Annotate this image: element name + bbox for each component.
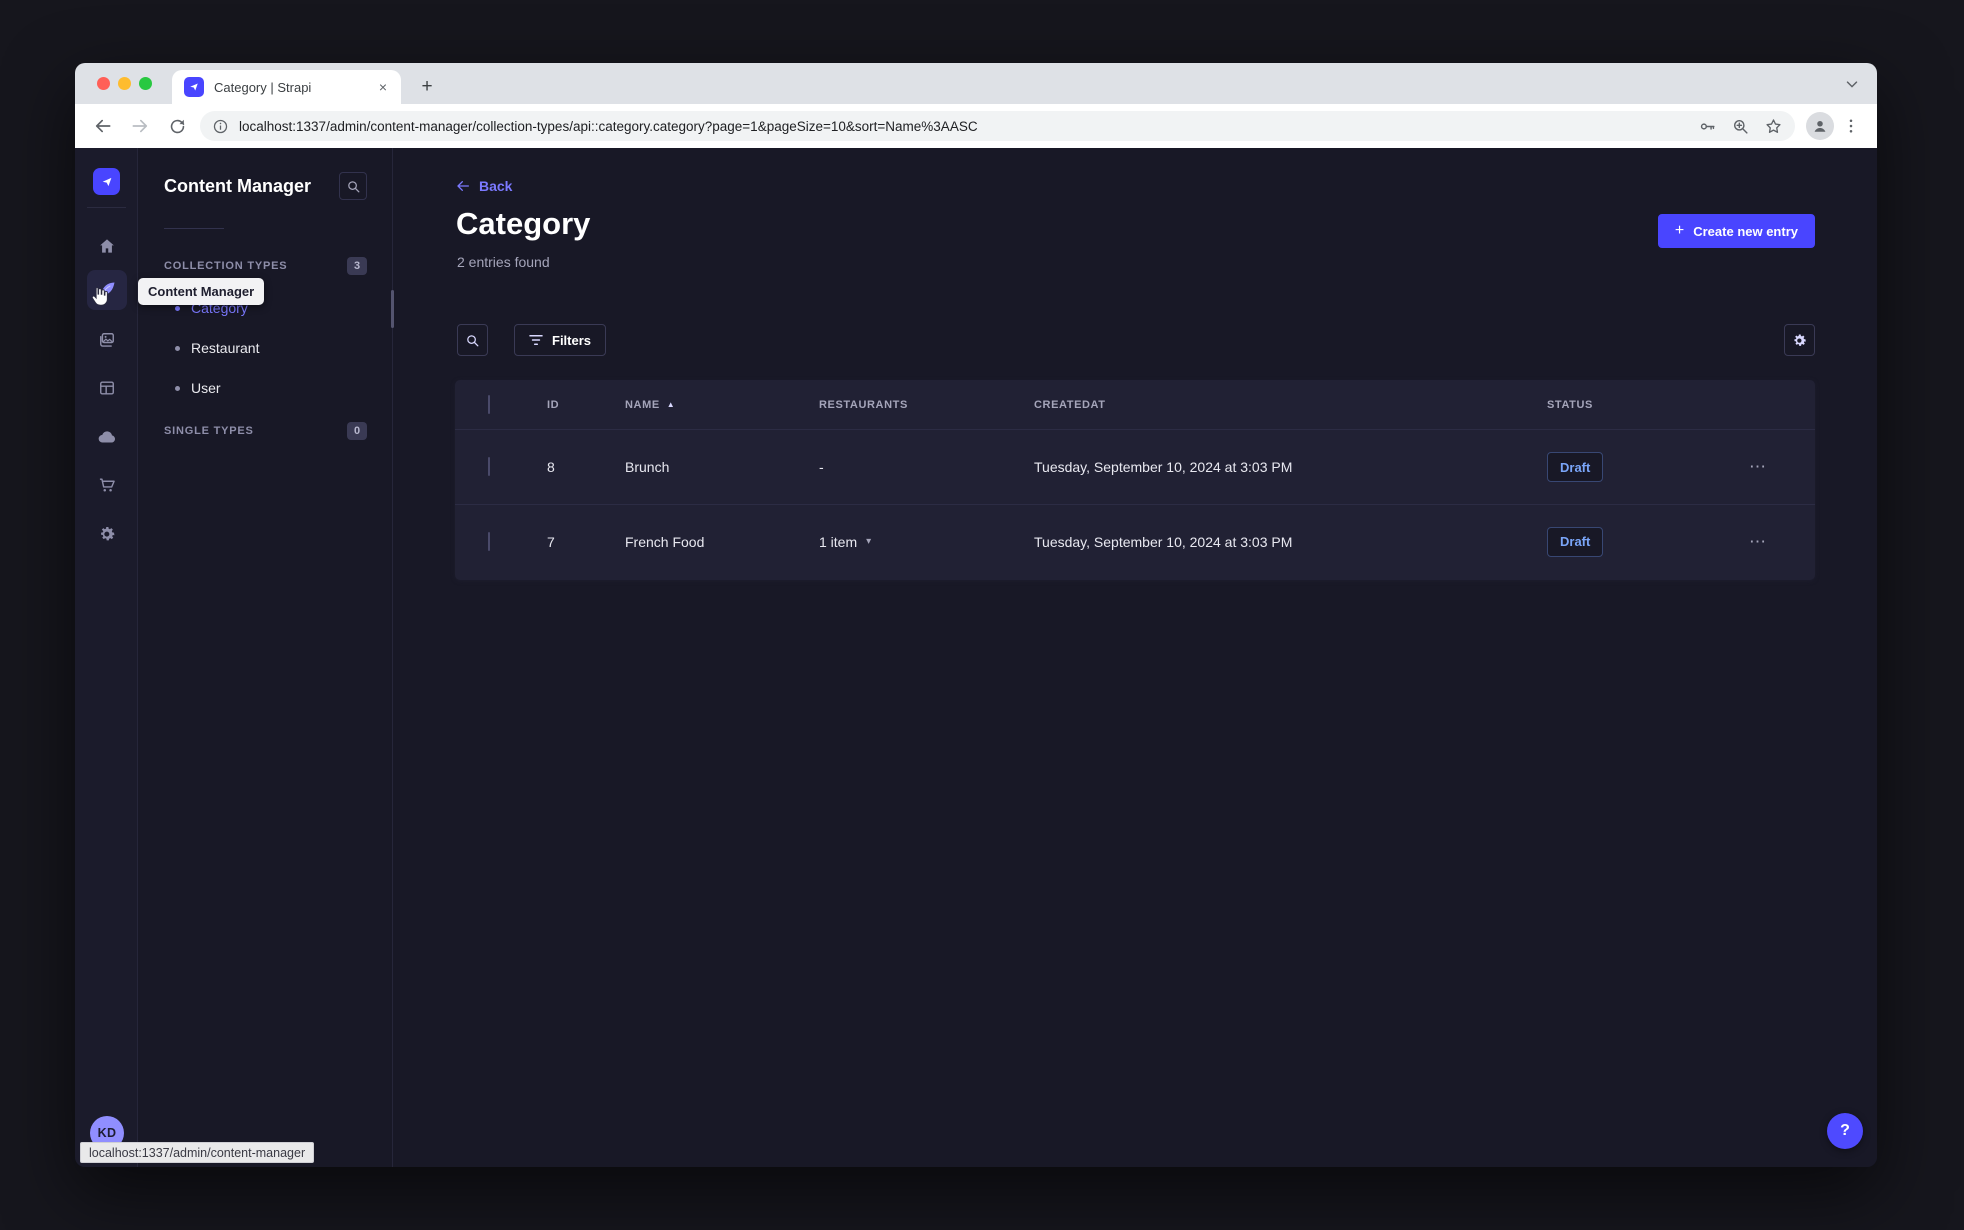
column-header-restaurants: RESTAURANTS (819, 398, 908, 411)
single-types-count-badge: 0 (347, 422, 367, 440)
new-tab-button[interactable]: + (413, 73, 441, 101)
settings-gear-icon[interactable] (87, 514, 127, 554)
create-new-entry-button[interactable]: + Create new entry (1657, 214, 1815, 248)
rail-divider (87, 207, 126, 208)
cell-createdat: Tuesday, September 10, 2024 at 3:03 PM (1034, 533, 1293, 550)
home-icon[interactable] (87, 226, 127, 266)
entries-table: ID NAME ▲ RESTAURANTS CREATEDAT STATUS 8… (455, 380, 1815, 580)
browser-back-icon[interactable] (91, 114, 115, 138)
table-header-row: ID NAME ▲ RESTAURANTS CREATEDAT STATUS (455, 380, 1815, 430)
cell-id: 8 (547, 459, 555, 475)
browser-reload-icon[interactable] (165, 114, 189, 138)
column-header-name[interactable]: NAME ▲ (625, 399, 819, 411)
hand-cursor-icon (88, 285, 110, 307)
plus-icon: + (1674, 221, 1685, 239)
cell-name: French Food (625, 533, 705, 550)
browser-forward-icon[interactable] (128, 114, 152, 138)
tab-title: Category | Strapi (214, 79, 312, 95)
browser-window: Category | Strapi × + localhost:1337/adm… (75, 63, 1877, 1167)
marketplace-cart-icon[interactable] (87, 465, 127, 505)
tab-search-chevron-icon[interactable] (1843, 75, 1861, 93)
window-controls (97, 77, 152, 90)
strapi-admin-app: KD Content Manager COLLECTION TYPES 3 Ca… (75, 148, 1877, 1167)
help-button[interactable]: ? (1827, 1113, 1863, 1149)
cell-restaurants: - (819, 459, 824, 475)
back-link[interactable]: Back (455, 178, 512, 194)
bookmark-star-icon[interactable] (1764, 117, 1783, 136)
strapi-favicon-icon (184, 77, 204, 97)
nav-scrollbar-thumb[interactable] (391, 290, 394, 328)
cell-createdat: Tuesday, September 10, 2024 at 3:03 PM (1034, 459, 1293, 475)
close-window-button[interactable] (97, 77, 110, 90)
table-settings-gear-icon[interactable] (1784, 324, 1815, 356)
row-checkbox[interactable] (488, 531, 490, 551)
panel-search-button[interactable] (339, 172, 367, 200)
media-library-icon[interactable] (87, 320, 127, 360)
column-header-id: ID (547, 398, 560, 411)
filters-button[interactable]: Filters (514, 324, 607, 356)
table-row[interactable]: 7 French Food 1 item ▾ Tuesday, Septembe… (455, 504, 1815, 578)
link-status-bar: localhost:1337/admin/content-manager (80, 1142, 315, 1163)
sort-ascending-icon[interactable]: ▲ (667, 400, 676, 409)
password-key-icon[interactable] (1698, 117, 1717, 136)
sidebar-item-user[interactable]: User (138, 368, 393, 408)
page-info-icon[interactable] (212, 118, 229, 135)
row-actions-menu-icon[interactable]: ⋯ (1749, 532, 1815, 552)
bullet-icon (175, 305, 180, 311)
entries-count: 2 entries found (457, 254, 550, 270)
browser-tab[interactable]: Category | Strapi × (172, 70, 401, 104)
status-badge: Draft (1547, 526, 1604, 557)
browser-menu-icon[interactable] (1839, 114, 1863, 138)
chevron-down-icon: ▾ (866, 536, 872, 547)
single-types-header: SINGLE TYPES (164, 425, 254, 437)
table-search-button[interactable] (457, 324, 488, 356)
collection-types-count-badge: 3 (347, 257, 367, 275)
panel-divider (164, 228, 224, 229)
cell-name: Brunch (625, 459, 670, 475)
strapi-logo[interactable] (93, 168, 120, 195)
row-actions-menu-icon[interactable]: ⋯ (1749, 457, 1815, 477)
bullet-icon (175, 385, 180, 391)
select-all-checkbox[interactable] (488, 394, 490, 414)
page-title: Category (456, 206, 591, 241)
row-checkbox[interactable] (488, 457, 490, 476)
maximize-window-button[interactable] (139, 77, 152, 90)
browser-profile-avatar[interactable] (1806, 112, 1834, 140)
sidebar-item-restaurant[interactable]: Restaurant (138, 328, 393, 368)
bullet-icon (175, 345, 180, 351)
tab-close-icon[interactable]: × (377, 79, 389, 95)
content-manager-tooltip: Content Manager (138, 278, 265, 305)
table-row[interactable]: 8 Brunch - Tuesday, September 10, 2024 a… (455, 430, 1815, 504)
panel-title: Content Manager (164, 175, 312, 196)
cell-restaurants[interactable]: 1 item ▾ (819, 534, 1034, 550)
browser-url-bar: localhost:1337/admin/content-manager/col… (75, 104, 1877, 148)
collection-types-header: COLLECTION TYPES (164, 260, 288, 272)
cell-id: 7 (547, 533, 555, 550)
zoom-in-icon[interactable] (1731, 117, 1750, 136)
cloud-icon[interactable] (87, 417, 127, 457)
column-header-createdat: CREATEDAT (1034, 398, 1106, 411)
main-content: Back Category 2 entries found + Create n… (393, 148, 1877, 1167)
url-text[interactable]: localhost:1337/admin/content-manager/col… (239, 119, 1698, 134)
filter-icon (529, 334, 543, 346)
content-type-builder-icon[interactable] (87, 368, 127, 408)
status-badge: Draft (1547, 452, 1604, 482)
back-arrow-icon (455, 178, 471, 194)
column-header-status: STATUS (1547, 398, 1593, 411)
omnibox[interactable]: localhost:1337/admin/content-manager/col… (200, 111, 1795, 141)
browser-tab-bar: Category | Strapi × + (75, 63, 1877, 104)
minimize-window-button[interactable] (118, 77, 131, 90)
